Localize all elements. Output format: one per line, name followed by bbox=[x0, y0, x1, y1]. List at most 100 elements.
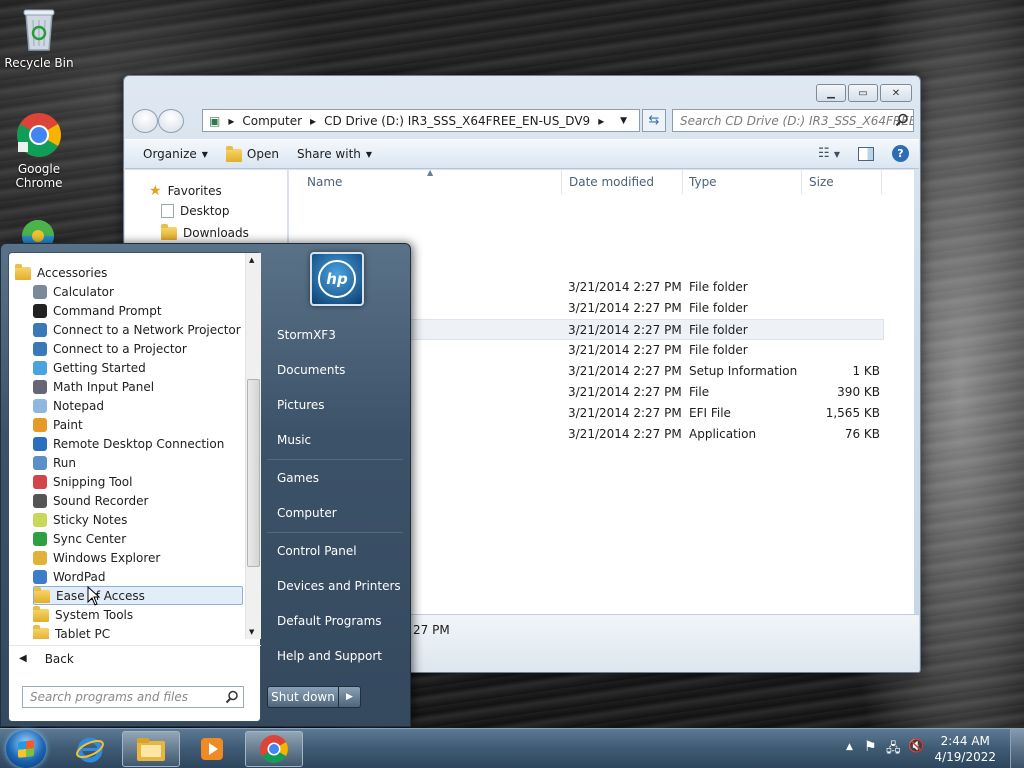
start-search-placeholder: Search programs and files bbox=[30, 690, 188, 704]
program-label: Sync Center bbox=[53, 531, 127, 546]
start-item-control-panel[interactable]: Control Panel bbox=[277, 544, 357, 558]
start-search-input[interactable]: Search programs and files bbox=[22, 686, 244, 708]
view-options-icon[interactable]: ☷ ▼ bbox=[818, 146, 840, 161]
breadcrumb-cd-drive[interactable]: CD Drive (D:) IR3_SSS_X64FREE_EN-US_DV9 bbox=[324, 114, 590, 128]
shutdown-group: Shut down ▶ bbox=[267, 686, 361, 708]
program-item[interactable]: Snipping Tool bbox=[33, 472, 243, 491]
start-item-default-programs[interactable]: Default Programs bbox=[277, 614, 382, 628]
chevron-down-icon: ▼ bbox=[365, 149, 373, 159]
back-button[interactable]: ◀ Back bbox=[9, 645, 261, 671]
sort-arrow-icon: ▲ bbox=[427, 168, 434, 177]
start-item-computer[interactable]: Computer bbox=[277, 506, 337, 520]
action-center-flag-icon[interactable]: ⚑ bbox=[864, 739, 877, 755]
minimize-button[interactable]: ▁ bbox=[816, 84, 846, 102]
program-item[interactable]: Ease of Access bbox=[33, 586, 243, 605]
program-item[interactable]: Calculator bbox=[33, 282, 243, 301]
nav-downloads[interactable]: Downloads bbox=[161, 224, 249, 240]
start-item-documents[interactable]: Documents bbox=[277, 363, 345, 377]
program-label: Tablet PC bbox=[55, 626, 111, 640]
breadcrumb-computer[interactable]: Computer bbox=[242, 114, 302, 128]
start-item-music[interactable]: Music bbox=[277, 433, 311, 447]
downloads-folder-icon bbox=[161, 224, 177, 240]
start-item-user[interactable]: StormXF3 bbox=[277, 328, 336, 342]
program-item[interactable]: Windows Explorer bbox=[33, 548, 243, 567]
program-item[interactable]: Sticky Notes bbox=[33, 510, 243, 529]
volume-muted-icon[interactable]: 🔇 bbox=[908, 739, 924, 754]
taskbar-media-player[interactable] bbox=[183, 731, 241, 767]
column-header-name[interactable]: Name bbox=[307, 170, 342, 194]
program-item[interactable]: Connect to a Network Projector bbox=[33, 320, 243, 339]
program-label: WordPad bbox=[53, 569, 106, 584]
network-icon[interactable]: 🖧 bbox=[886, 739, 901, 761]
clock-time: 2:44 AM bbox=[940, 734, 990, 748]
close-button[interactable]: ✕ bbox=[880, 84, 912, 102]
taskbar-windows-explorer[interactable] bbox=[122, 731, 180, 767]
column-header-size[interactable]: Size bbox=[809, 170, 834, 194]
application-icon bbox=[22, 220, 54, 252]
program-item[interactable]: Tablet PC bbox=[33, 624, 243, 639]
program-item[interactable]: Paint bbox=[33, 415, 243, 434]
address-bar[interactable]: ▣ ▸ Computer ▸ CD Drive (D:) IR3_SSS_X64… bbox=[202, 109, 640, 132]
column-header-date[interactable]: Date modified bbox=[569, 170, 654, 194]
preview-pane-icon[interactable] bbox=[858, 146, 874, 161]
start-button[interactable] bbox=[6, 730, 46, 768]
programs-scrollbar[interactable]: ▲ ▼ bbox=[245, 253, 261, 639]
program-item[interactable]: Run bbox=[33, 453, 243, 472]
desktop-icon-google-chrome[interactable]: Google Chrome bbox=[0, 112, 78, 190]
scrollbar-thumb[interactable] bbox=[247, 379, 260, 567]
nav-desktop[interactable]: Desktop bbox=[161, 204, 230, 218]
back-button[interactable] bbox=[132, 109, 158, 133]
refresh-button[interactable]: ⇆ bbox=[642, 109, 666, 132]
program-item[interactable]: Sound Recorder bbox=[33, 491, 243, 510]
organize-button[interactable]: Organize ▼ bbox=[143, 147, 208, 161]
program-item[interactable]: Notepad bbox=[33, 396, 243, 415]
column-separator[interactable] bbox=[561, 170, 562, 194]
program-item[interactable]: Accessories bbox=[15, 263, 225, 282]
shutdown-options-button[interactable]: ▶ bbox=[339, 686, 361, 708]
column-separator[interactable] bbox=[881, 170, 882, 194]
start-item-games[interactable]: Games bbox=[277, 471, 319, 485]
notepad-icon bbox=[33, 398, 47, 413]
scroll-up-icon[interactable]: ▲ bbox=[249, 256, 254, 264]
desktop-icon-recycle-bin[interactable]: Recycle Bin bbox=[0, 6, 78, 70]
show-hidden-icons-icon[interactable]: ▲ bbox=[846, 742, 853, 752]
window-controls: ▁ ▭ ✕ bbox=[816, 84, 912, 102]
show-desktop-button[interactable] bbox=[1010, 729, 1024, 768]
taskbar: ▲ ⚑ 🖧 🔇 2:44 AM 4/19/2022 bbox=[0, 728, 1024, 768]
program-item[interactable]: Command Prompt bbox=[33, 301, 243, 320]
taskbar-clock[interactable]: 2:44 AM 4/19/2022 bbox=[934, 733, 996, 765]
program-label: Command Prompt bbox=[53, 303, 162, 318]
start-item-pictures[interactable]: Pictures bbox=[277, 398, 325, 412]
file-date: 3/21/2014 2:27 PM bbox=[568, 343, 682, 357]
program-item[interactable]: Getting Started bbox=[33, 358, 243, 377]
maximize-button[interactable]: ▭ bbox=[848, 84, 878, 102]
program-item[interactable]: WordPad bbox=[33, 567, 243, 586]
file-type: File bbox=[689, 385, 710, 399]
program-item[interactable]: System Tools bbox=[33, 605, 243, 624]
start-item-devices-printers[interactable]: Devices and Printers bbox=[277, 579, 401, 593]
shutdown-button[interactable]: Shut down bbox=[267, 686, 339, 708]
address-dropdown-icon[interactable]: ▼ bbox=[620, 116, 627, 126]
chrome-icon bbox=[260, 735, 288, 763]
taskbar-google-chrome[interactable] bbox=[245, 731, 303, 767]
search-icon bbox=[225, 690, 238, 704]
open-button[interactable]: Open bbox=[225, 145, 279, 162]
column-separator[interactable] bbox=[682, 170, 683, 194]
forward-button[interactable] bbox=[158, 109, 184, 133]
program-item[interactable]: Sync Center bbox=[33, 529, 243, 548]
user-picture[interactable]: hp bbox=[310, 252, 364, 306]
start-item-help-support[interactable]: Help and Support bbox=[277, 649, 382, 663]
taskbar-internet-explorer[interactable] bbox=[61, 731, 119, 767]
chrome-icon bbox=[17, 113, 61, 157]
program-item[interactable]: Remote Desktop Connection bbox=[33, 434, 243, 453]
help-icon[interactable]: ? bbox=[892, 145, 909, 162]
program-item[interactable]: Connect to a Projector bbox=[33, 339, 243, 358]
column-header-type[interactable]: Type bbox=[689, 170, 717, 194]
program-item[interactable]: Math Input Panel bbox=[33, 377, 243, 396]
system-tray: ▲ ⚑ 🖧 🔇 2:44 AM 4/19/2022 bbox=[834, 729, 1024, 768]
scroll-down-icon[interactable]: ▼ bbox=[249, 628, 254, 636]
column-separator[interactable] bbox=[801, 170, 802, 194]
share-with-button[interactable]: Share with ▼ bbox=[297, 147, 372, 161]
nav-favorites[interactable]: ★ Favorites bbox=[149, 183, 222, 199]
explorer-search-input[interactable]: Search CD Drive (D:) IR3_SSS_X64FREE... bbox=[672, 109, 914, 132]
